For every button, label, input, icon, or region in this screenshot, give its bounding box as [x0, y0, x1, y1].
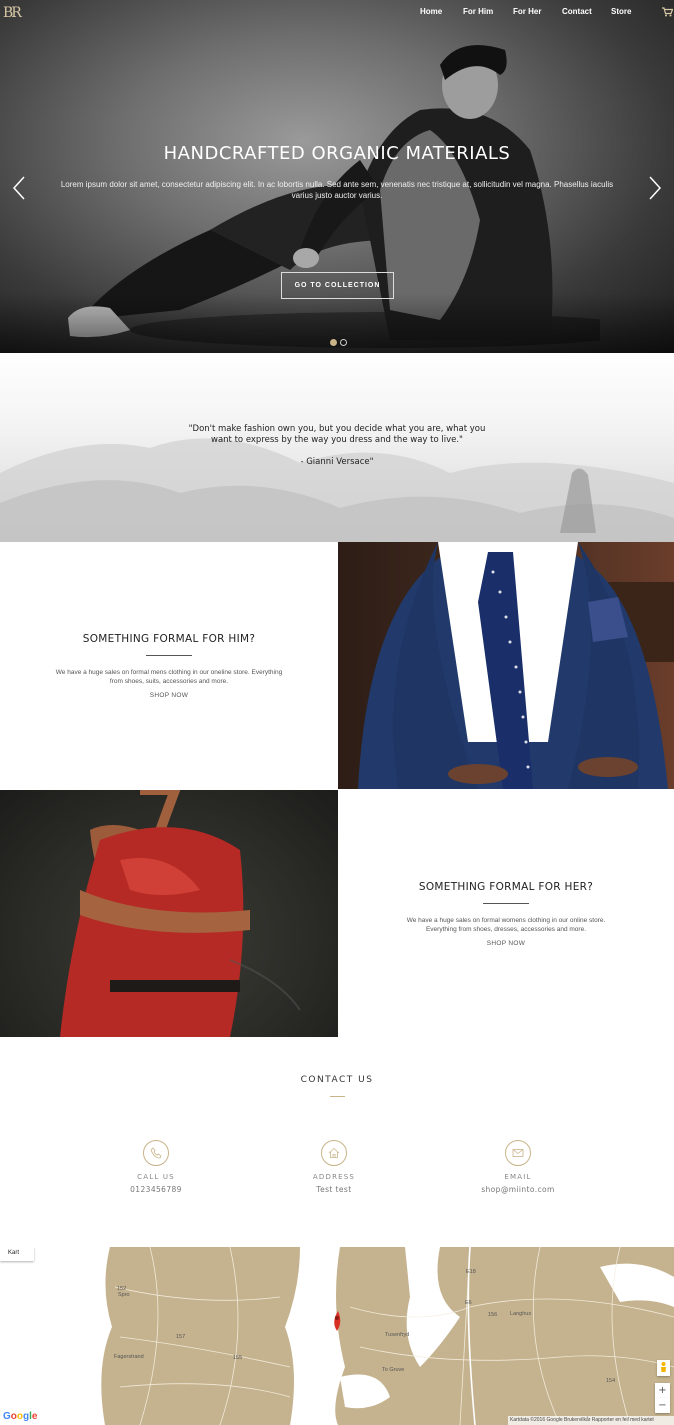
for-her-title: SOMETHING FORMAL FOR HER?	[418, 881, 594, 893]
map-place-langhus: Langhus	[510, 1311, 532, 1317]
hero-slider	[0, 0, 674, 353]
for-her-divider	[483, 903, 529, 904]
suit-illustration	[358, 542, 674, 789]
slider-dot-1[interactable]	[330, 339, 337, 346]
map-road-155: 155	[233, 1355, 243, 1361]
quote-text: "Don't make fashion own you, but you dec…	[188, 424, 486, 445]
for-her-block: SOMETHING FORMAL FOR HER? We have a huge…	[338, 881, 674, 947]
cart-icon[interactable]	[662, 7, 673, 17]
hero-subtitle: Lorem ipsum dolor sit amet, consectetur …	[60, 180, 614, 200]
contact-call: CALL US 0123456789	[76, 1140, 236, 1194]
contact-email-value[interactable]: shop@miinto.com	[438, 1185, 598, 1194]
map-place-fagerstrand: Fagerstrand	[114, 1354, 144, 1360]
nav-for-her[interactable]: For Her	[513, 7, 541, 16]
mountain-background	[0, 438, 674, 542]
for-her-image[interactable]	[0, 790, 338, 1037]
slider-next-icon[interactable]	[648, 176, 662, 200]
slider-dot-2[interactable]	[340, 339, 347, 346]
map-tiles	[0, 1247, 674, 1425]
for-him-title: SOMETHING FORMAL FOR HIM?	[82, 633, 256, 645]
for-him-shop-now-link[interactable]: SHOP NOW	[0, 692, 338, 699]
dress-illustration	[60, 790, 301, 1037]
home-icon	[321, 1140, 347, 1166]
phone-icon	[143, 1140, 169, 1166]
map-road-152: 152	[117, 1286, 127, 1292]
contact-address-value: Test test	[316, 1185, 352, 1194]
contact-divider	[330, 1096, 345, 1097]
map-road-e6: E6	[465, 1300, 472, 1306]
map-place-tusenfryd: Tusenfryd	[385, 1332, 410, 1338]
nav-for-him[interactable]: For Him	[463, 7, 493, 16]
map-road-157: 157	[176, 1334, 186, 1340]
for-her-shop-now-link[interactable]: SHOP NOW	[338, 940, 674, 947]
quote-section	[0, 353, 674, 542]
brand-logo[interactable]: BR	[3, 5, 22, 21]
street-view-pegman-icon[interactable]	[657, 1360, 670, 1376]
map-zoom-out-button[interactable]: −	[655, 1398, 670, 1413]
contact-title: CONTACT US	[300, 1075, 374, 1085]
map-road-e18: E18	[466, 1269, 476, 1275]
for-him-block: SOMETHING FORMAL FOR HIM? We have a huge…	[0, 633, 338, 699]
google-logo: Google	[3, 1411, 38, 1422]
contact-call-value[interactable]: 0123456789	[76, 1185, 236, 1194]
map-place-spro: Spro	[118, 1292, 130, 1298]
for-him-divider	[146, 655, 192, 656]
map-type-tab[interactable]: Kart	[0, 1247, 34, 1261]
hero-title: HANDCRAFTED ORGANIC MATERIALS	[163, 143, 511, 164]
for-him-image[interactable]	[338, 542, 674, 789]
map-road-154: 154	[606, 1378, 616, 1384]
map-place-to-gruve: To Gruve	[382, 1367, 405, 1373]
nav-home[interactable]: Home	[420, 7, 442, 16]
map-attribution[interactable]: Kartdata ©2016 Google Brukervilkår Rappo…	[508, 1416, 674, 1425]
contact-email-label: EMAIL	[504, 1173, 532, 1181]
contact-address: ADDRESS Test test	[254, 1140, 414, 1194]
quote-author: - Gianni Versace"	[300, 457, 374, 467]
contact-address-label: ADDRESS	[312, 1173, 356, 1181]
contact-call-label: CALL US	[137, 1173, 175, 1181]
contact-email: EMAIL shop@miinto.com	[438, 1140, 598, 1194]
for-him-text: We have a huge sales on formal mens clot…	[55, 669, 283, 685]
location-map[interactable]: Kart Fagerstrand Tusenfryd To Gruve Lang…	[0, 1247, 674, 1425]
slider-prev-icon[interactable]	[12, 176, 26, 200]
map-road-156: 156	[488, 1312, 498, 1318]
map-zoom-in-button[interactable]: +	[655, 1383, 670, 1398]
nav-contact[interactable]: Contact	[562, 7, 592, 16]
go-to-collection-button[interactable]: GO TO COLLECTION	[281, 272, 394, 299]
slider-dots	[330, 339, 347, 346]
for-her-text: We have a huge sales on formal womens cl…	[406, 917, 606, 933]
nav-store[interactable]: Store	[611, 7, 631, 16]
mail-icon	[505, 1140, 531, 1166]
